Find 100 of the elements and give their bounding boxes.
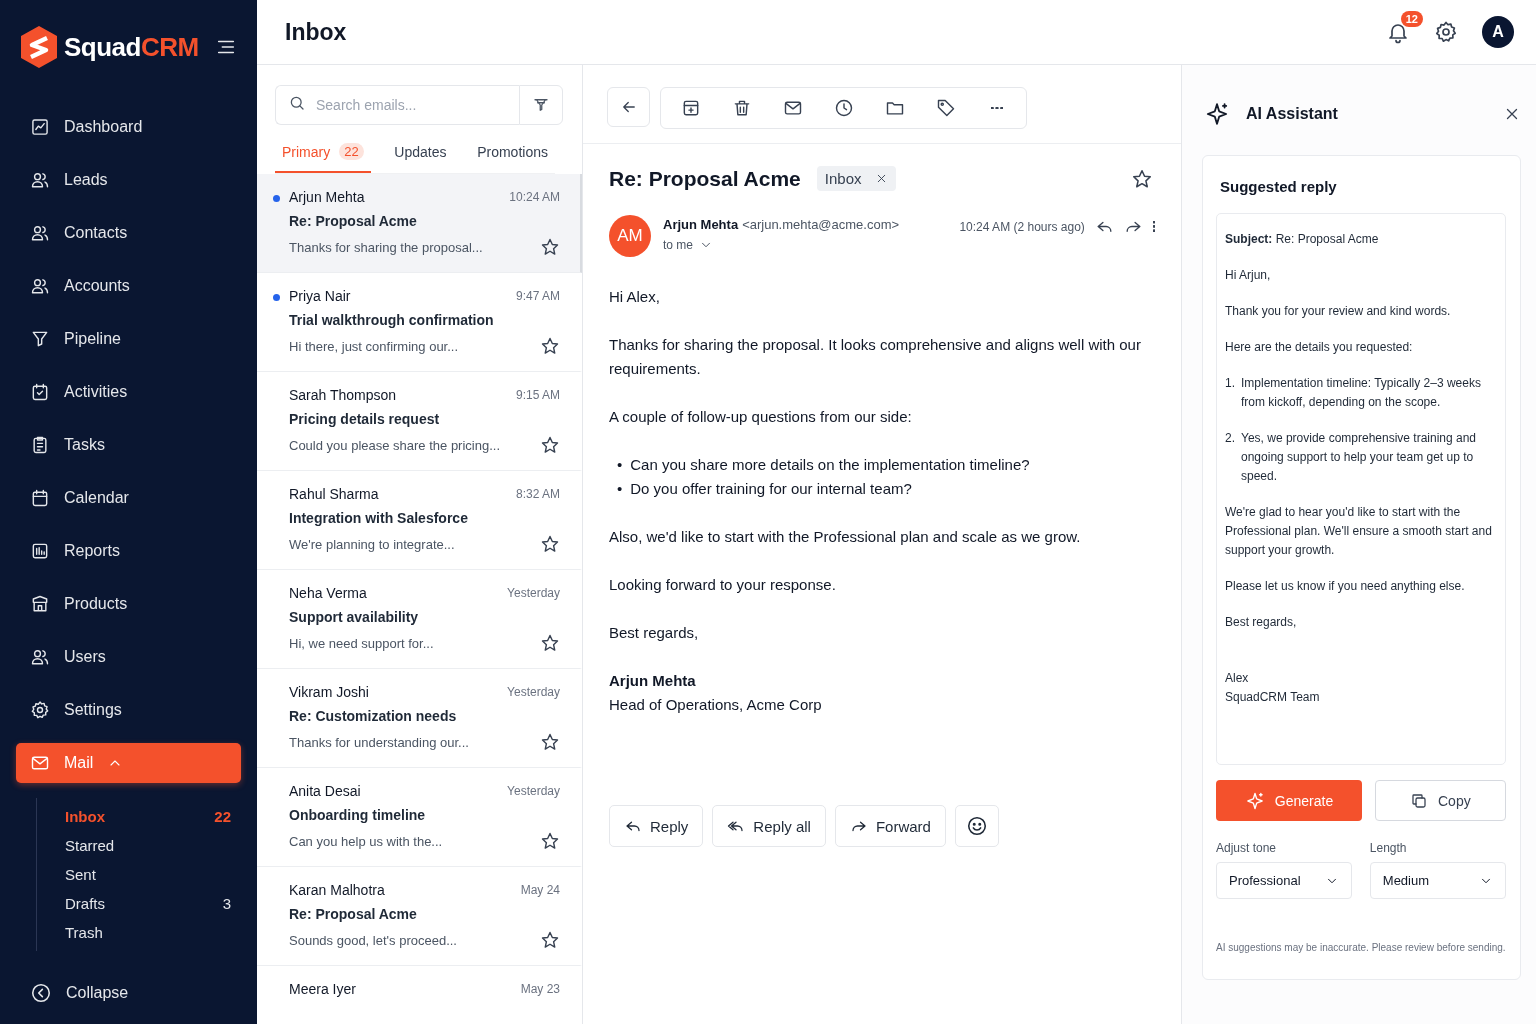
email-preview: Can you help us with the... xyxy=(289,833,443,849)
notification-count: 12 xyxy=(1400,11,1423,27)
tag-icon xyxy=(935,98,956,118)
sender-name: Rahul Sharma xyxy=(289,486,379,502)
dropdown[interactable]: Medium xyxy=(1369,862,1506,899)
sender-name: Sarah Thompson xyxy=(289,387,397,403)
collapse-button[interactable]: Collapse xyxy=(0,982,257,1004)
email-preview: Thanks for understanding our... xyxy=(289,734,469,750)
reply-paragraph: Here are the details you requested: xyxy=(1225,339,1414,356)
email-row[interactable]: Meera Iyer May 23 xyxy=(257,966,582,1024)
email-row[interactable]: Sarah Thompson 9:15 AM Pricing details request Could you please share the pricing... xyxy=(257,372,582,471)
email-subject: Re: Proposal Acme xyxy=(289,906,418,922)
bullet-item: Do you offer training for our internal team? xyxy=(630,479,912,499)
nav-item[interactable]: Settings xyxy=(16,690,241,730)
recipient-toggle[interactable]: to me xyxy=(663,238,900,252)
back-button[interactable] xyxy=(607,87,650,127)
users-icon xyxy=(30,170,50,190)
submenu-item[interactable]: Drafts 3 xyxy=(37,889,257,918)
copy-icon xyxy=(1410,791,1428,810)
filter-button[interactable] xyxy=(519,85,563,125)
email-row[interactable]: Karan Malhotra May 24 Re: Proposal Acme Sounds good, let's proceed... xyxy=(257,867,582,966)
nav-item[interactable]: Calendar xyxy=(16,478,241,518)
settings-button[interactable] xyxy=(1434,20,1458,44)
signature-name: Arjun Mehta xyxy=(609,671,697,691)
search-field[interactable]: Search emails... xyxy=(275,85,519,125)
reply-paragraph: Subject: Re: Proposal Acme xyxy=(1225,231,1380,248)
email-row[interactable]: Rahul Sharma 8:32 AM Integration with Salesforce We're planning to integrate... xyxy=(257,471,582,570)
nav-item[interactable]: Pipeline xyxy=(16,319,241,359)
sender-name: Karan Malhotra xyxy=(289,882,385,898)
nav-item[interactable]: Leads xyxy=(16,160,241,200)
star-button[interactable] xyxy=(540,336,560,356)
star-icon xyxy=(540,435,560,455)
star-button[interactable] xyxy=(540,732,560,752)
email-row[interactable]: Anita Desai Yesterday Onboarding timeline Can you help us with the... xyxy=(257,768,582,867)
action-button[interactable]: Reply all xyxy=(712,805,826,847)
dashboard-icon xyxy=(30,117,50,137)
mail-tab[interactable]: Promotions xyxy=(470,133,555,173)
nav-item[interactable]: Dashboard xyxy=(16,107,241,147)
nav-item[interactable]: Products xyxy=(16,584,241,624)
nav-item[interactable]: Tasks xyxy=(16,425,241,465)
sender-name: Anita Desai xyxy=(289,783,361,799)
star-button[interactable] xyxy=(540,930,560,950)
dropdown[interactable]: Professional xyxy=(1216,862,1352,899)
more-button[interactable] xyxy=(1152,221,1155,232)
page-title: Inbox xyxy=(285,18,347,46)
disclaimer-text: AI suggestions may be inaccurate. Please review before sending. xyxy=(1216,942,1506,953)
nav-item[interactable]: Contacts xyxy=(16,213,241,253)
star-button[interactable] xyxy=(540,435,560,455)
list-number: 2. xyxy=(1225,430,1235,447)
nav-item[interactable]: Activities xyxy=(16,372,241,412)
email-time: 8:32 AM xyxy=(515,487,560,501)
mail-icon xyxy=(30,753,50,773)
store-icon xyxy=(30,594,50,614)
user-avatar[interactable]: A xyxy=(1482,16,1514,48)
email-row[interactable]: Priya Nair 9:47 AM Trial walkthrough confirmation Hi there, just confirming our... xyxy=(257,273,582,372)
email-row[interactable]: Vikram Joshi Yesterday Re: Customization needs Thanks for understanding our... xyxy=(257,669,582,768)
email-time: 9:15 AM xyxy=(515,388,560,402)
star-button[interactable] xyxy=(1131,167,1153,190)
clipboard-icon xyxy=(30,435,50,455)
list-number: 1. xyxy=(1225,375,1235,392)
bullet-item: Can you share more details on the implementation timeline? xyxy=(630,455,1030,475)
star-button[interactable] xyxy=(540,534,560,554)
submenu-item[interactable]: Starred xyxy=(37,831,257,860)
message-paragraph: Best regards, xyxy=(609,623,700,643)
card-heading: Suggested reply xyxy=(1220,178,1338,195)
email-row[interactable]: Neha Verma Yesterday Support availability Hi, we need support for... xyxy=(257,570,582,669)
reply-paragraph: Thank you for your review and kind words. xyxy=(1225,303,1452,320)
star-button[interactable] xyxy=(540,633,560,653)
select-label: Length xyxy=(1369,841,1408,855)
star-icon xyxy=(540,534,560,554)
users-icon xyxy=(30,276,50,296)
email-row[interactable]: Arjun Mehta 10:24 AM Re: Proposal Acme Thanks for sharing the proposal... xyxy=(257,174,582,273)
panel-title: AI Assistant xyxy=(1246,105,1338,123)
reply-line: Alex xyxy=(1225,670,1250,687)
mail-tab[interactable]: Updates xyxy=(387,133,454,173)
copy-button[interactable]: Copy xyxy=(1375,780,1506,821)
action-button[interactable]: Forward xyxy=(834,805,946,847)
nav-item[interactable]: Accounts xyxy=(16,266,241,306)
star-button[interactable] xyxy=(540,237,560,257)
reply-line: SquadCRM Team xyxy=(1225,689,1321,706)
action-button[interactable]: Reply xyxy=(609,805,704,847)
submenu-item[interactable]: Inbox 22 xyxy=(37,802,257,831)
sender-name: Vikram Joshi xyxy=(289,684,369,700)
submenu-item[interactable]: Sent xyxy=(37,860,257,889)
funnel-icon xyxy=(30,329,50,349)
submenu-item[interactable]: Trash xyxy=(37,918,257,947)
sender-name: Neha Verma xyxy=(289,585,367,601)
nav-item[interactable]: Users xyxy=(16,637,241,677)
nav-item[interactable]: Reports xyxy=(16,531,241,571)
star-button[interactable] xyxy=(540,831,560,851)
email-time: May 23 xyxy=(520,982,560,996)
users-icon xyxy=(30,647,50,667)
search-input[interactable]: Search emails... xyxy=(314,96,519,114)
message-paragraph: Thanks for sharing the proposal. It looks comprehensive and aligns well with our requirements. xyxy=(609,335,1142,379)
email-preview: Thanks for sharing the proposal... xyxy=(289,239,483,255)
select-label: Adjust tone xyxy=(1216,841,1278,855)
more-icon xyxy=(990,106,1003,110)
sender-name: Arjun Mehta xyxy=(663,217,739,232)
emoji-button[interactable] xyxy=(954,805,999,847)
email-subject: Pricing details request xyxy=(289,411,441,427)
